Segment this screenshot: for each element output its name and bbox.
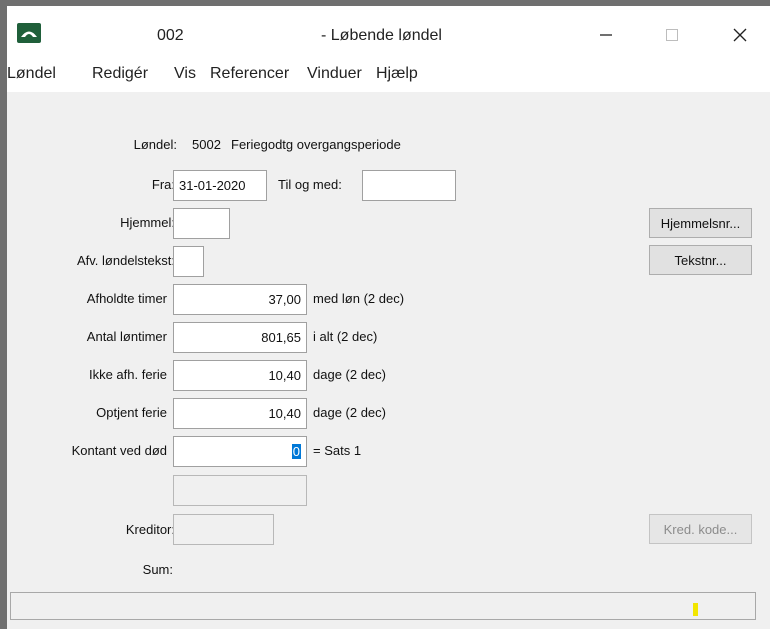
status-indicator — [693, 603, 698, 616]
form-area: Løndel: 5002 Feriegodtg overgangsperiode… — [7, 92, 770, 629]
app-window: 002 - Løbende løndel Løndel Redigér Vis … — [7, 6, 770, 629]
kontant-ved-dod-field[interactable]: 0 — [173, 436, 307, 467]
hjemmel-field[interactable] — [173, 208, 230, 239]
ikke-afh-ferie-field[interactable]: 10,40 — [173, 360, 307, 391]
antal-lontimer-label: Antal løntimer — [86, 329, 167, 344]
ikke-afh-ferie-suffix: dage (2 dec) — [313, 367, 386, 382]
fra-date-value: 31-01-2020 — [179, 178, 246, 193]
hjemmel-label: Hjemmel: — [120, 215, 175, 230]
londel-label: Løndel: — [133, 137, 177, 152]
menu-rediger[interactable]: Redigér — [92, 65, 148, 83]
kontant-ved-dod-label: Kontant ved død — [71, 443, 167, 458]
antal-lontimer-field[interactable]: 801,65 — [173, 322, 307, 353]
app-logo-icon — [17, 23, 41, 43]
menu-bar: Løndel Redigér Vis Referencer Vinduer Hj… — [7, 58, 770, 92]
kreditor-field — [173, 514, 274, 545]
optjent-ferie-label: Optjent ferie — [96, 405, 167, 420]
til-og-med-date-field[interactable] — [362, 170, 456, 201]
afholdte-timer-field[interactable]: 37,00 — [173, 284, 307, 315]
kreditor-label: Kreditor: — [125, 522, 175, 537]
close-icon — [733, 28, 747, 42]
window-title-number: 002 — [157, 27, 184, 44]
extra-disabled-field — [173, 475, 307, 506]
ikke-afh-ferie-label: Ikke afh. ferie — [88, 367, 167, 382]
afholdte-timer-label: Afholdte timer — [86, 291, 167, 306]
maximize-button[interactable] — [649, 18, 695, 52]
londel-description: Feriegodtg overgangsperiode — [231, 137, 401, 152]
menu-londel[interactable]: Løndel — [7, 65, 56, 83]
afv-londelstekst-label: Afv. løndelstekst: — [76, 253, 175, 268]
menu-referencer[interactable]: Referencer — [210, 65, 289, 83]
minimize-button[interactable] — [583, 18, 629, 52]
optjent-ferie-suffix: dage (2 dec) — [313, 405, 386, 420]
afholdte-timer-value: 37,00 — [268, 292, 301, 307]
status-bar — [10, 592, 756, 620]
ikke-afh-ferie-value: 10,40 — [268, 368, 301, 383]
kred-kode-button: Kred. kode... — [649, 514, 752, 544]
afholdte-timer-suffix: med løn (2 dec) — [313, 291, 405, 306]
kontant-ved-dod-value: 0 — [291, 444, 301, 459]
window-title: - Løbende løndel — [321, 27, 442, 44]
kontant-ved-dod-suffix: = Sats 1 — [313, 443, 362, 458]
til-og-med-label: Til og med: — [278, 177, 342, 192]
optjent-ferie-value: 10,40 — [268, 406, 301, 421]
fra-date-field[interactable]: 31-01-2020 — [173, 170, 267, 201]
tekstnr-button[interactable]: Tekstnr... — [649, 245, 752, 275]
background-edge-left — [0, 0, 7, 629]
menu-hjaelp[interactable]: Hjælp — [376, 65, 418, 83]
menu-vis[interactable]: Vis — [174, 65, 196, 83]
optjent-ferie-field[interactable]: 10,40 — [173, 398, 307, 429]
close-button[interactable] — [717, 18, 763, 52]
sum-label: Sum: — [142, 562, 173, 577]
afv-londelstekst-field[interactable] — [173, 246, 204, 277]
fra-label: Fra: — [151, 177, 175, 192]
title-bar: 002 - Løbende løndel — [7, 6, 770, 58]
hjemmelsnr-button[interactable]: Hjemmelsnr... — [649, 208, 752, 238]
minimize-icon — [600, 34, 612, 36]
londel-code: 5002 — [192, 137, 221, 152]
maximize-icon — [666, 29, 678, 41]
menu-vinduer[interactable]: Vinduer — [307, 65, 362, 83]
antal-lontimer-suffix: i alt (2 dec) — [313, 329, 378, 344]
antal-lontimer-value: 801,65 — [261, 330, 301, 345]
